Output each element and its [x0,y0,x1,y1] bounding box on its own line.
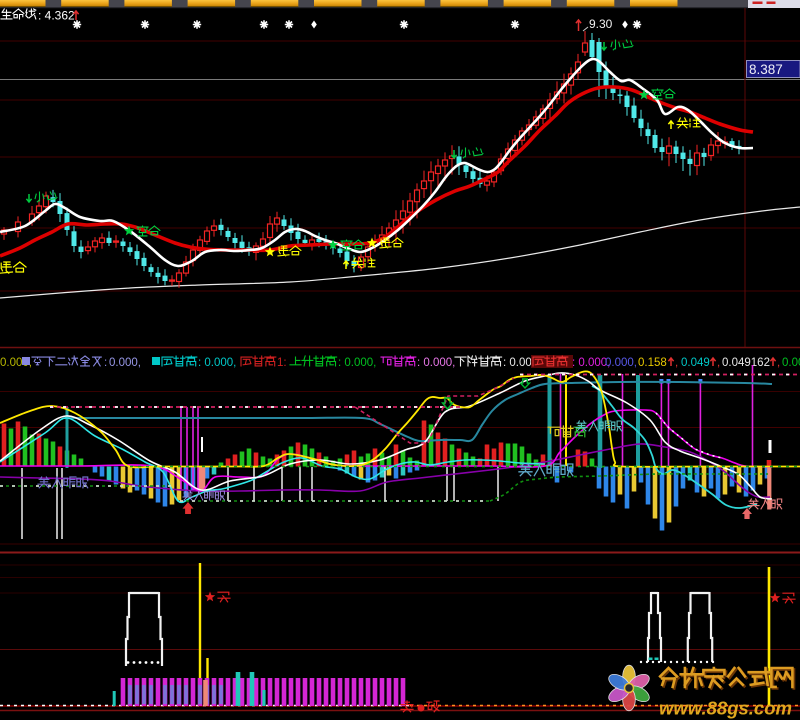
svg-text:www.88gs.com: www.88gs.com [659,698,792,719]
svg-text:9.30: 9.30 [589,17,613,31]
svg-text:: 0.000,: : 0.000, [417,357,455,369]
svg-text:,: , [675,357,678,369]
svg-text:8.387: 8.387 [749,62,783,77]
svg-text:1:: 1: [277,357,287,369]
svg-text:0.000,: 0.000, [109,357,141,369]
svg-text:0.049: 0.049 [681,357,710,369]
svg-text::: : [104,357,107,369]
svg-text:: 0.000,: : 0.000, [338,357,376,369]
svg-text:,: , [777,357,780,369]
svg-text:: 0.00: : 0.00 [503,357,532,369]
svg-text:,: , [717,357,720,369]
svg-text:0.000,: 0.000, [605,357,637,369]
svg-text:0.158: 0.158 [638,357,667,369]
svg-text:: 4.362: : 4.362 [38,9,75,23]
svg-text:0.00: 0.00 [782,357,800,369]
svg-text:0.049162: 0.049162 [722,357,770,369]
svg-text:: 0.000,: : 0.000, [198,357,236,369]
